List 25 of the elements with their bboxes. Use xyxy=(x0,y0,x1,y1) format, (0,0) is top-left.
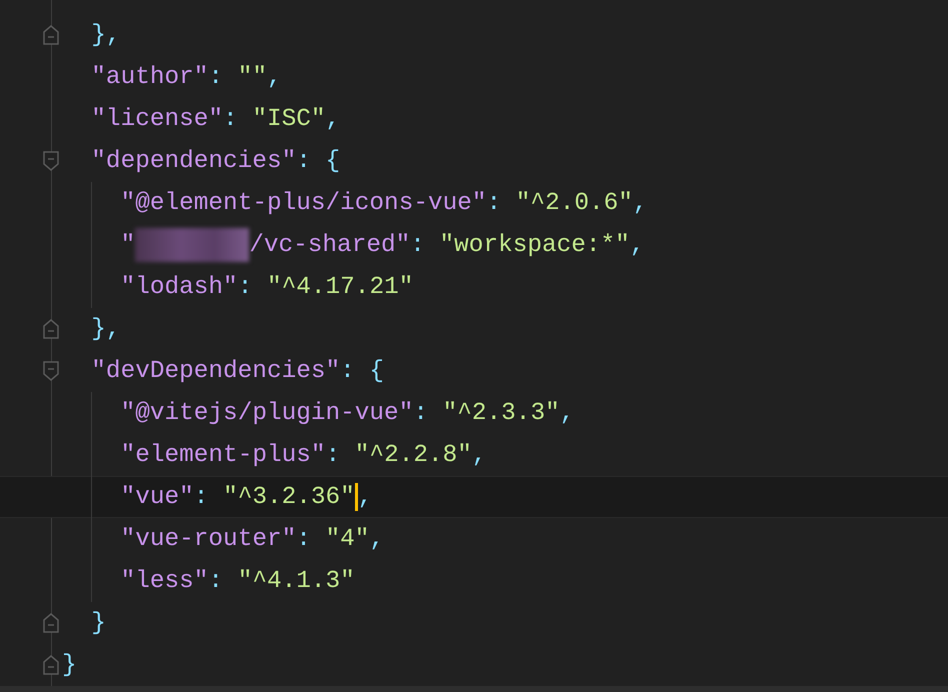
code-line: "dependencies": { xyxy=(91,148,340,174)
code-line: "less": "^4.1.3" xyxy=(120,568,355,594)
fold-marker-icon[interactable] xyxy=(42,612,60,634)
fold-marker-icon[interactable] xyxy=(42,318,60,340)
code-line: "@vitejs/plugin-vue": "^2.3.3", xyxy=(120,400,574,426)
text-cursor xyxy=(354,483,358,511)
code-text: " xyxy=(120,232,136,258)
code-line: "@element-plus/icons-vue": "^2.0.6", xyxy=(120,190,648,216)
code-line: }, xyxy=(91,316,121,342)
code-text: /vc-shared": "workspace:*", xyxy=(249,232,644,258)
code-line: "devDependencies": { xyxy=(91,358,384,384)
code-line: } xyxy=(91,610,106,636)
fold-marker-icon[interactable] xyxy=(42,24,60,46)
fold-marker-icon[interactable] xyxy=(42,360,60,382)
code-text: , xyxy=(358,484,372,510)
code-line: } xyxy=(62,652,77,678)
code-text: "vue": "^3.2.36" xyxy=(120,484,355,510)
code-line: "vue-router": "4", xyxy=(120,526,384,552)
code-line: "license": "ISC", xyxy=(91,106,340,132)
code-line: "lodash": "^4.17.21" xyxy=(120,274,414,300)
code-line: "author": "", xyxy=(91,64,282,90)
code-line: "element-plus": "^2.2.8", xyxy=(120,442,487,468)
code-line: }, xyxy=(91,22,121,48)
fold-marker-icon[interactable] xyxy=(42,654,60,676)
fold-marker-icon[interactable] xyxy=(42,150,60,172)
